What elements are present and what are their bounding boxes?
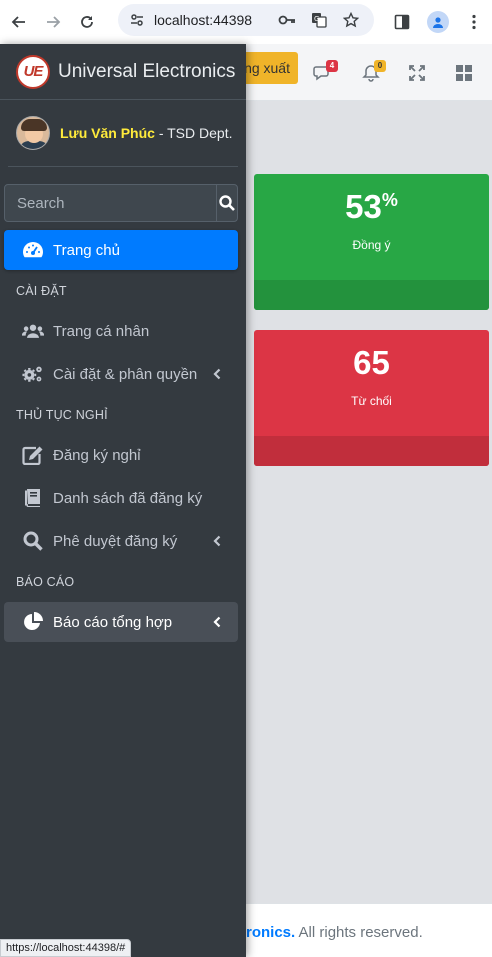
brand-logo: UE bbox=[16, 54, 50, 89]
reload-icon[interactable] bbox=[70, 5, 104, 39]
url-text: localhost:44398 bbox=[154, 12, 253, 28]
agree-stat-card: 53% Đồng ý bbox=[254, 174, 489, 310]
tachometer-icon bbox=[22, 239, 44, 261]
sidebar-item-label: Trang chủ bbox=[53, 241, 120, 259]
profile-button[interactable] bbox=[420, 4, 456, 40]
sidebar-search bbox=[4, 184, 238, 222]
reject-card-footer[interactable] bbox=[254, 436, 489, 466]
avatar bbox=[16, 116, 50, 150]
grid-icon bbox=[456, 65, 472, 81]
sidebar-item-summary-report[interactable]: Báo cáo tổng hợp bbox=[4, 602, 238, 642]
user-name[interactable]: Lưu Văn Phúc bbox=[60, 125, 155, 141]
chevron-left-icon bbox=[210, 614, 224, 630]
address-bar[interactable]: localhost:44398 G bbox=[118, 4, 374, 36]
brand-link[interactable]: UE Universal Electronics bbox=[0, 44, 246, 100]
site-info-icon[interactable] bbox=[126, 9, 148, 31]
more-icon[interactable] bbox=[456, 4, 492, 40]
search-button[interactable] bbox=[216, 185, 237, 221]
agree-card-footer[interactable] bbox=[254, 280, 489, 310]
chevron-left-icon bbox=[210, 533, 224, 549]
agree-label: Đồng ý bbox=[352, 238, 391, 252]
notifications-badge: 0 bbox=[374, 60, 386, 72]
sidebar-item-label: Đăng ký nghỉ bbox=[53, 446, 141, 464]
star-icon[interactable] bbox=[338, 7, 364, 33]
sidepanel-icon[interactable] bbox=[384, 4, 420, 40]
user-panel[interactable]: Lưu Văn Phúc - TSD Dept. bbox=[8, 100, 238, 167]
sidebar-item-approve[interactable]: Phê duyệt đăng ký bbox=[4, 521, 238, 561]
sidebar-item-label: Danh sách đã đăng ký bbox=[53, 489, 203, 507]
reject-value: 65 bbox=[353, 344, 390, 381]
sidebar-item-settings-permissions[interactable]: Cài đặt & phân quyền bbox=[4, 354, 238, 394]
main-sidebar: UE Universal Electronics Lưu Văn Phúc - … bbox=[0, 44, 246, 957]
search-input[interactable] bbox=[5, 185, 216, 221]
sidebar-item-profile[interactable]: Trang cá nhân bbox=[4, 311, 238, 351]
agree-value: 53% bbox=[345, 188, 398, 225]
expand-icon bbox=[409, 65, 425, 81]
key-icon[interactable] bbox=[274, 7, 300, 33]
sidebar-item-label: Báo cáo tổng hợp bbox=[53, 613, 173, 631]
user-dept: - TSD Dept. bbox=[154, 125, 233, 141]
svg-text:G: G bbox=[314, 15, 319, 23]
menu-header-settings: CÀI ĐẶT bbox=[16, 284, 67, 298]
menu-header-report: BÁO CÁO bbox=[16, 575, 75, 589]
sidebar-item-label: Phê duyệt đăng ký bbox=[53, 532, 178, 550]
chevron-left-icon bbox=[210, 366, 224, 382]
footer-copyright: ronics. All rights reserved. bbox=[246, 924, 423, 941]
browser-toolbar: localhost:44398 G bbox=[0, 0, 492, 44]
magnifier-icon bbox=[22, 530, 44, 552]
brand-name: Universal Electronics bbox=[58, 60, 236, 82]
layout-button[interactable] bbox=[449, 58, 479, 88]
footer-brand-link[interactable]: ronics. bbox=[246, 924, 295, 941]
edit-icon bbox=[22, 444, 44, 466]
messages-button[interactable]: 4 bbox=[308, 58, 338, 88]
search-icon bbox=[219, 195, 235, 211]
translate-icon[interactable]: G bbox=[306, 7, 332, 33]
agree-unit: % bbox=[381, 190, 398, 210]
book-icon bbox=[22, 487, 44, 509]
forward-icon[interactable] bbox=[36, 5, 70, 39]
sidebar-item-registered-list[interactable]: Danh sách đã đăng ký bbox=[4, 478, 238, 518]
pie-chart-icon bbox=[22, 611, 44, 633]
sidebar-item-register-leave[interactable]: Đăng ký nghỉ bbox=[4, 435, 238, 475]
footer-rights: All rights reserved. bbox=[295, 924, 423, 941]
fullscreen-button[interactable] bbox=[402, 58, 432, 88]
reject-label: Từ chối bbox=[351, 394, 392, 408]
notifications-button[interactable]: 0 bbox=[356, 58, 386, 88]
sidebar-item-home[interactable]: Trang chủ bbox=[4, 230, 238, 270]
status-bar-url: https://localhost:44398/# bbox=[0, 939, 132, 957]
cogs-icon bbox=[22, 363, 44, 385]
back-icon[interactable] bbox=[2, 5, 36, 39]
sidebar-item-label: Trang cá nhân bbox=[53, 322, 150, 340]
users-icon bbox=[22, 320, 44, 342]
profile-icon bbox=[427, 11, 449, 33]
user-info: Lưu Văn Phúc - TSD Dept. bbox=[60, 125, 232, 141]
messages-badge: 4 bbox=[326, 60, 338, 72]
reject-stat-card: 65 Từ chối bbox=[254, 330, 489, 466]
menu-header-leave: THỦ TỤC NGHỈ bbox=[16, 408, 108, 422]
sidebar-item-label: Cài đặt & phân quyền bbox=[53, 365, 198, 383]
